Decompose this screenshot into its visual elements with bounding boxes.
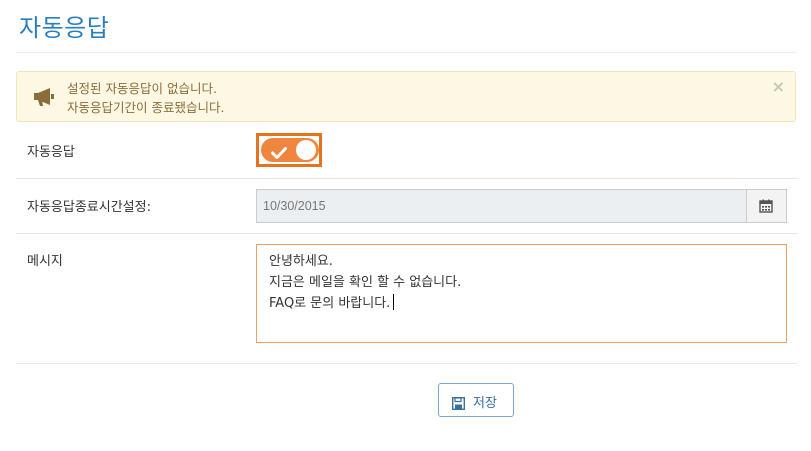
end-time-label: 자동응답종료시간설정: — [27, 200, 151, 215]
auto-reply-toggle[interactable] — [261, 138, 319, 162]
checkmark-icon — [271, 144, 287, 159]
end-date-input[interactable]: 10/30/2015 — [257, 190, 747, 222]
message-textarea[interactable]: 안녕하세요. 지금은 메일을 확인 할 수 없습니다. FAQ로 문의 바랍니다… — [256, 244, 787, 343]
calendar-icon — [759, 199, 773, 213]
alert-message: 설정된 자동응답이 없습니다. 자동응답기간이 종료됐습니다. — [67, 79, 224, 117]
floppy-disk-icon — [451, 395, 466, 414]
megaphone-icon — [33, 87, 55, 107]
row-divider — [16, 178, 797, 179]
warning-alert: 설정된 자동응답이 없습니다. 자동응답기간이 종료됐습니다. × — [16, 71, 796, 122]
message-label: 메시지 — [27, 254, 63, 269]
calendar-button[interactable] — [746, 190, 786, 222]
save-button[interactable]: 저장 — [438, 383, 514, 417]
toggle-knob — [296, 140, 316, 160]
page-title: 자동응답 — [19, 14, 110, 42]
auto-reply-label: 자동응답 — [27, 145, 75, 160]
row-divider — [16, 233, 797, 234]
save-button-label: 저장 — [473, 396, 497, 411]
alert-close-button[interactable]: × — [772, 79, 785, 95]
text-caret — [393, 294, 395, 310]
row-divider — [16, 363, 797, 364]
message-line-3: FAQ로 문의 바랍니다. — [269, 296, 391, 311]
alert-line-2: 자동응답기간이 종료됐습니다. — [67, 100, 225, 115]
message-line-2: 지금은 메일을 확인 할 수 없습니다. — [269, 275, 462, 290]
end-date-picker: 10/30/2015 — [256, 189, 787, 223]
message-line-3-wrap: FAQ로 문의 바랍니다. — [269, 293, 774, 314]
alert-line-1: 설정된 자동응답이 없습니다. — [67, 81, 217, 96]
auto-reply-toggle-focus-frame — [256, 133, 322, 167]
message-line-1: 안녕하세요. — [269, 254, 333, 269]
title-divider — [16, 52, 797, 53]
